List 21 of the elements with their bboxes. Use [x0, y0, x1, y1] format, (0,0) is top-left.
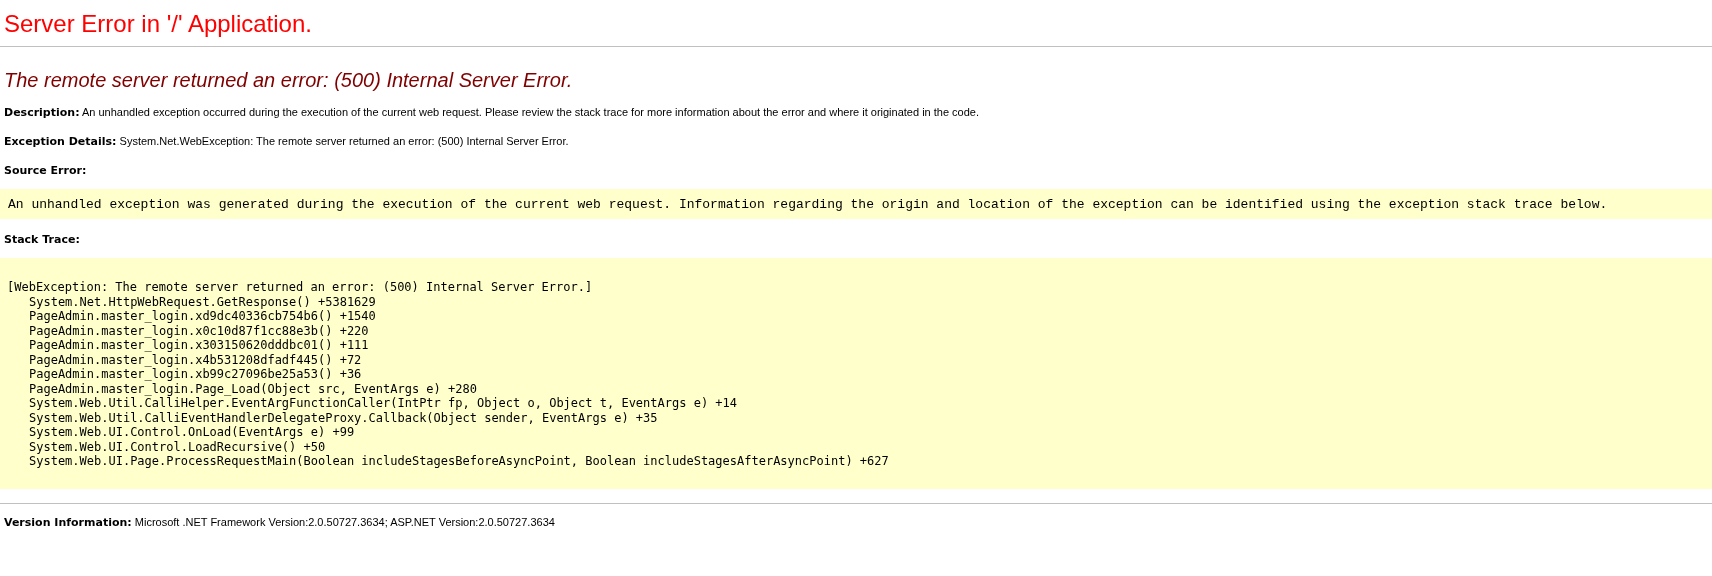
stack-frame-line: System.Net.HttpWebRequest.GetResponse() +5381629 [28, 294, 377, 309]
exception-header-line: [WebException: The remote server returned an error: (500) Internal Server Error.] [7, 280, 594, 295]
stack-frame-line: PageAdmin.master_login.x303150620dddbc01() +111 [28, 338, 370, 353]
source-error-message: An unhandled exception was generated during the execution of the current web request. Information regarding the origin and location of the exception can be identified using the exception stack trace below. [8, 196, 1609, 214]
description-text: Description: An unhandled exception occurred during the execution of the current web request. Please review the stack trace for more information about the error and where it originated in the code. [4, 106, 981, 119]
stack-frame-line: PageAdmin.master_login.x4b531208dfadf445() +72 [28, 352, 363, 367]
version-information-text: Version Information: Microsoft .NET Framework Version:2.0.50727.3634; ASP.NET Version:2.0.50727.3634 [4, 515, 556, 529]
stack-frame-line: PageAdmin.master_login.Page_Load(Object src, EventArgs e) +280 [28, 381, 478, 396]
stack-frame-line: System.Web.Util.CalliHelper.EventArgFunctionCaller(IntPtr fp, Object o, Object t, EventArgs e) +14 [28, 396, 738, 411]
stack-frame-line: PageAdmin.master_login.xb99c27096be25a53() +36 [28, 367, 363, 382]
stack-frame-line: PageAdmin.master_login.xd9dc40336cb754b6() +1540 [28, 309, 377, 324]
stack-frame-line: System.Web.UI.Page.ProcessRequestMain(Boolean includeStagesBeforeAsyncPoint, Boolean includeStagesAfterAsyncPoint) +627 [28, 454, 890, 469]
error-heading: The remote server returned an error: (500) Internal Server Error. [4, 69, 574, 92]
stack-frame-line: System.Web.Util.CalliEventHandlerDelegateProxy.Callback(Object sender, EventArgs e) +35 [28, 410, 659, 425]
page-title: Server Error in '/' Application. [4, 10, 313, 38]
stack-frame-line: System.Web.UI.Control.LoadRecursive() +50 [28, 439, 327, 454]
source-error-label: Source Error: [4, 164, 88, 177]
stack-frame-line: System.Web.UI.Control.OnLoad(EventArgs e) +99 [28, 425, 356, 440]
stack-frame-line: PageAdmin.master_login.x0c10d87f1cc88e3b() +220 [28, 323, 370, 338]
exception-details-text: Exception Details: System.Net.WebException: The remote server returned an error: (500) Internal Server Error. [4, 135, 570, 148]
stack-trace-label: Stack Trace: [4, 233, 81, 246]
